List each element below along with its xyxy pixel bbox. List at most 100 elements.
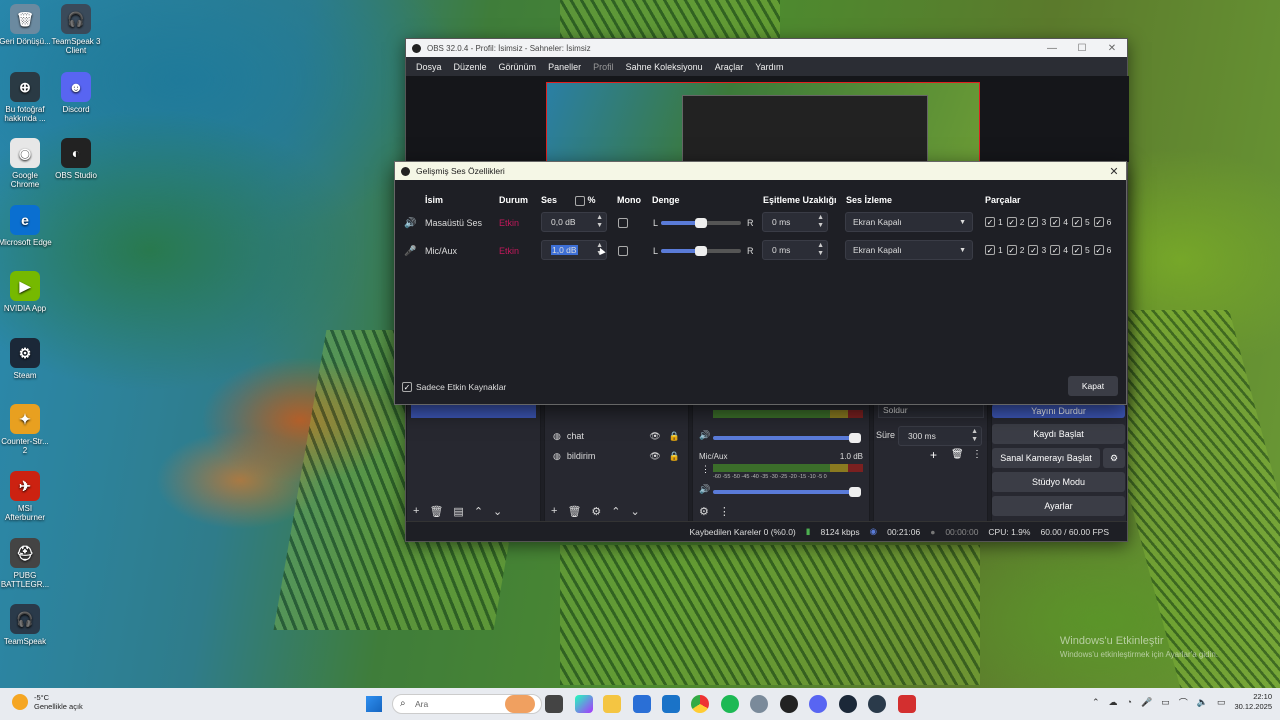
desktop-icon[interactable]: ⛑ PUBG BATTLEGR... (0, 538, 52, 589)
dialog-close-icon[interactable]: ✕ (1102, 165, 1126, 178)
studio-mode-button[interactable]: Stüdyo Modu (992, 472, 1125, 492)
battery-icon[interactable]: ▭ (1217, 697, 1226, 708)
remove-transition-icon[interactable]: 🗑 (951, 449, 964, 460)
track-checkbox[interactable]: ✓ (1028, 217, 1039, 227)
mic-volume-slider[interactable] (713, 487, 861, 497)
track-checkbox[interactable]: ✓ (1050, 217, 1061, 227)
recorder-icon[interactable] (898, 695, 916, 713)
tray-chevron-icon[interactable]: ⌃ (1092, 697, 1100, 708)
stop-stream-button[interactable]: Yayını Durdur (992, 404, 1125, 418)
display-icon[interactable]: ▭ (1161, 697, 1170, 708)
close-icon[interactable]: ✕ (1097, 43, 1127, 54)
scene-item-selected[interactable] (411, 404, 536, 418)
track-checkbox[interactable]: ✓ (1006, 245, 1017, 255)
menu-item[interactable]: Görünüm (493, 62, 543, 72)
network-icon[interactable]: ⌒ (1179, 696, 1188, 709)
desktop-icon[interactable]: 🎧 TeamSpeak (0, 604, 52, 646)
start-windows-icon[interactable] (366, 696, 382, 712)
monitoring-select[interactable]: Ekran Kapalı ▼ (845, 212, 973, 232)
spin-arrows-icon[interactable]: ▲ ▼ (971, 428, 978, 444)
track-toggle[interactable]: ✓ 2 (1006, 217, 1024, 227)
menu-item[interactable]: Yardım (749, 62, 789, 72)
only-active-checkbox[interactable]: ✓ (402, 382, 412, 392)
track-checkbox[interactable]: ✓ (1093, 217, 1104, 227)
spin-arrows-icon[interactable]: ▲ ▼ (596, 214, 603, 230)
desktop-icon[interactable]: ☻ Discord (49, 72, 103, 114)
settings-button[interactable]: Ayarlar (992, 496, 1125, 516)
track-toggle[interactable]: ✓ 6 (1093, 217, 1111, 227)
track-toggle[interactable]: ✓ 1 (985, 245, 1003, 255)
mono-checkbox[interactable] (618, 218, 628, 228)
balance-slider[interactable] (661, 218, 741, 228)
visibility-eye-icon[interactable]: 👁 (649, 431, 660, 442)
search-highlight-icon[interactable] (505, 695, 535, 713)
track-checkbox[interactable]: ✓ (1071, 245, 1082, 255)
file-explorer-icon[interactable] (603, 695, 621, 713)
track-checkbox[interactable]: ✓ (985, 245, 995, 255)
clock[interactable]: 22:10 30.12.2025 (1234, 692, 1272, 712)
desktop-icon[interactable]: ◉ Google Chrome (0, 138, 52, 189)
preview-area[interactable] (406, 76, 1129, 163)
track-checkbox[interactable]: ✓ (1071, 217, 1082, 227)
desktop-icon[interactable]: ⚙ Steam (0, 338, 52, 380)
remove-source-icon[interactable]: 🗑 (567, 505, 581, 518)
maximize-icon[interactable]: ☐ (1067, 43, 1097, 54)
lock-icon[interactable]: 🔒 (669, 431, 680, 442)
outlook-icon[interactable] (662, 695, 680, 713)
dialog-titlebar[interactable]: Gelişmiş Ses Özellikleri ✕ (395, 162, 1126, 180)
weather-widget[interactable]: -5°C Genellikle açık (12, 693, 83, 711)
move-up-icon[interactable]: ⌃ (474, 505, 483, 518)
virtual-camera-button[interactable]: Sanal Kamerayı Başlat (992, 448, 1100, 468)
menu-item[interactable]: Sahne Koleksiyonu (620, 62, 709, 72)
desktop-icon[interactable]: ◐ OBS Studio (49, 138, 103, 180)
mic-speaker-icon[interactable]: 🔊 (699, 484, 710, 495)
filter-scene-icon[interactable]: ▤ (453, 505, 463, 518)
add-transition-icon[interactable]: + (930, 448, 937, 462)
track-checkbox[interactable]: ✓ (985, 217, 995, 227)
source-properties-icon[interactable]: ⚙ (591, 505, 601, 518)
virtual-camera-settings-icon[interactable]: ⚙ (1103, 448, 1125, 468)
track-toggle[interactable]: ✓ 2 (1006, 245, 1024, 255)
only-active-sources[interactable]: ✓ Sadece Etkin Kaynaklar (402, 382, 506, 392)
minimize-icon[interactable]: — (1037, 43, 1067, 54)
chrome-icon[interactable] (691, 695, 709, 713)
steam-icon[interactable] (839, 695, 857, 713)
start-record-button[interactable]: Kaydı Başlat (992, 424, 1125, 444)
duration-spinbox[interactable]: 300 ms ▲ ▼ (898, 426, 982, 446)
spin-arrows-icon[interactable]: ▲ ▼ (817, 214, 824, 230)
move-down-icon[interactable]: ⌄ (493, 505, 502, 518)
microphone-icon[interactable]: 🎤 (1141, 697, 1152, 708)
spotify-icon[interactable] (721, 695, 739, 713)
desktop-icon[interactable]: e Microsoft Edge (0, 205, 52, 247)
source-item[interactable]: ◍ chat 👁 🔒 (545, 426, 688, 446)
track-toggle[interactable]: ✓ 3 (1028, 217, 1046, 227)
track-toggle[interactable]: ✓ 5 (1071, 245, 1090, 255)
tray-app-icon[interactable]: ☁ (1109, 697, 1118, 708)
percent-checkbox[interactable] (575, 195, 585, 206)
menu-item[interactable]: Paneller (542, 62, 587, 72)
menu-item[interactable]: Araçlar (709, 62, 750, 72)
visibility-eye-icon[interactable]: 👁 (649, 451, 660, 462)
menu-item[interactable]: Dosya (410, 62, 448, 72)
volume-icon[interactable]: 🔈 (1197, 697, 1208, 708)
desktop-icon[interactable]: ▶ NVIDIA App (0, 271, 52, 313)
track-toggle[interactable]: ✓ 4 (1050, 245, 1068, 255)
balance-slider[interactable] (661, 246, 741, 256)
add-scene-icon[interactable]: + (413, 505, 419, 518)
lock-icon[interactable]: 🔒 (669, 451, 680, 462)
tray-app2-icon[interactable]: ◔ (1127, 697, 1132, 707)
balance-thumb[interactable] (695, 246, 707, 256)
move-down-icon[interactable]: ⌄ (631, 505, 640, 518)
desktop-icon[interactable]: ✈ MSI Afterburner (0, 471, 52, 522)
advanced-audio-icon[interactable]: ⚙ (699, 505, 709, 518)
monitoring-select[interactable]: Ekran Kapalı ▼ (845, 240, 973, 260)
store-icon[interactable] (633, 695, 651, 713)
menu-item[interactable]: Düzenle (448, 62, 493, 72)
copilot-icon[interactable] (575, 695, 593, 713)
settings-app-icon[interactable] (750, 695, 768, 713)
transition-select[interactable]: Soldur (878, 404, 984, 418)
desktop-icon[interactable]: ⊕ Bu fotoğraf hakkında ... (0, 72, 52, 123)
spin-arrows-icon[interactable]: ▲ ▼ (817, 242, 824, 258)
transition-menu-icon[interactable]: ⋮ (972, 449, 982, 460)
close-button[interactable]: Kapat (1068, 376, 1118, 396)
